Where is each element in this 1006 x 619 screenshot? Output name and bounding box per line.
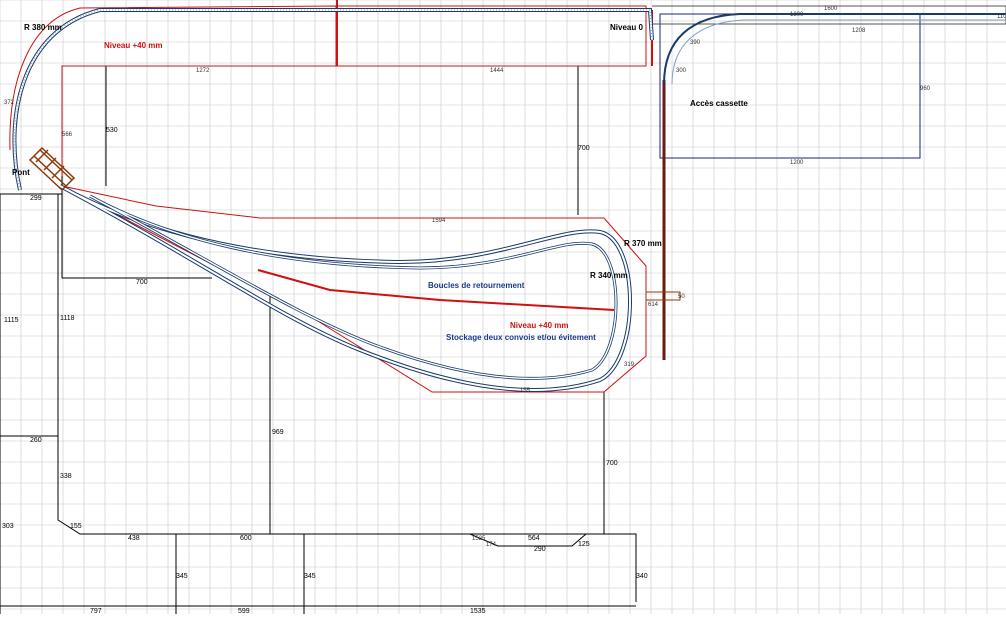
dim-700-a: 700 <box>578 145 590 152</box>
level-label-top: Niveau +40 mm <box>104 41 162 50</box>
dim-50: 50 <box>678 294 685 300</box>
dim-345-b: 345 <box>304 573 316 580</box>
layout-plan: R 380 mm Niveau +40 mm Niveau 0 Accès ca… <box>0 0 1006 615</box>
dim-290: 290 <box>534 546 546 553</box>
dim-1535: 1535 <box>470 608 486 614</box>
dim-1200: 1200 <box>790 160 804 166</box>
dim-174: 174 <box>486 542 497 548</box>
dim-1118: 1118 <box>60 315 75 322</box>
bridge-icon <box>28 146 76 192</box>
dim-530: 530 <box>106 127 118 134</box>
dim-155: 155 <box>70 523 82 530</box>
dim-1525: 1525 <box>472 536 486 542</box>
dim-1115: 1115 <box>4 317 19 324</box>
dim-599: 599 <box>238 608 250 614</box>
bridge-label: Pont <box>12 168 30 177</box>
dim-700-c: 700 <box>606 460 618 467</box>
dim-1272: 1272 <box>196 68 210 74</box>
dim-340: 340 <box>636 573 648 580</box>
dim-155-loop: 155 <box>520 388 531 394</box>
track-main <box>12 8 654 191</box>
dim-260: 260 <box>30 437 42 444</box>
dim-125: 125 <box>578 541 590 548</box>
dim-566: 566 <box>62 132 73 138</box>
dim-1600: 1600 <box>824 6 838 12</box>
dim-600: 600 <box>240 535 252 542</box>
dim-345-a: 345 <box>176 573 188 580</box>
radius-370-label: R 370 mm <box>624 239 662 248</box>
dim-299: 299 <box>30 195 42 202</box>
dim-614: 614 <box>648 302 659 308</box>
track-loop-inner <box>89 194 618 380</box>
level-label-mid: Niveau +40 mm <box>510 321 568 330</box>
dim-1208: 1208 <box>852 28 866 34</box>
dim-303: 303 <box>2 523 14 530</box>
radius-340-label: R 340 mm <box>590 271 628 280</box>
storage-label: Stockage deux convois et/ou évitement <box>446 333 596 342</box>
dim-1444: 1444 <box>490 68 504 74</box>
dim-960: 960 <box>920 86 931 92</box>
plan-drawing: R 380 mm Niveau +40 mm Niveau 0 Accès ca… <box>0 0 1006 615</box>
cassette-access-label: Accès cassette <box>690 99 748 108</box>
dim-372: 372 <box>4 100 15 106</box>
dim-969: 969 <box>272 429 284 436</box>
dim-700-b: 700 <box>136 279 148 286</box>
dim-1594: 1594 <box>432 218 446 224</box>
dim-300: 300 <box>676 68 687 74</box>
radius-label-top-left: R 380 mm <box>24 23 62 32</box>
reversing-loops-label: Boucles de retournement <box>428 281 525 290</box>
dim-1300: 1300 <box>790 12 804 18</box>
track-loop-upper <box>59 184 632 392</box>
dim-438: 438 <box>128 535 140 542</box>
dim-564: 564 <box>528 535 540 542</box>
level-zero-label: Niveau 0 <box>610 23 643 32</box>
dim-338: 338 <box>60 473 72 480</box>
dim-319: 319 <box>624 362 635 368</box>
dim-390: 390 <box>690 40 701 46</box>
track-storage <box>257 269 615 311</box>
dim-1100: 1100 <box>997 14 1006 20</box>
grid <box>0 0 1006 614</box>
dim-797: 797 <box>90 608 102 614</box>
